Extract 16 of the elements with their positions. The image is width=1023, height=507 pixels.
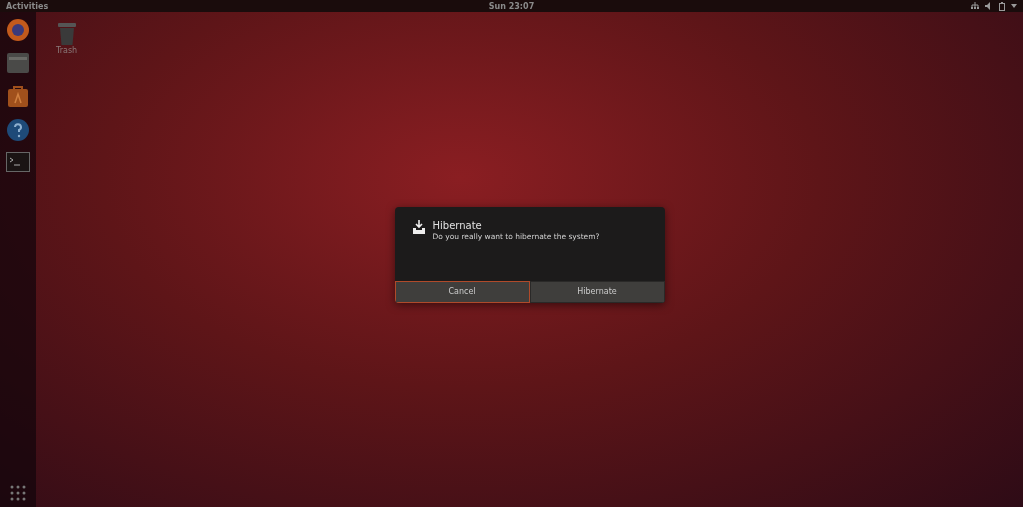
app-grid-icon[interactable] <box>10 485 26 501</box>
help-icon[interactable] <box>6 118 30 142</box>
folder-icon[interactable] <box>6 52 30 74</box>
dialog-button[interactable]: Cancel <box>394 280 530 303</box>
icon-label: Trash <box>56 46 78 55</box>
caret-icon[interactable] <box>1011 4 1017 8</box>
volume-icon[interactable] <box>985 2 993 10</box>
terminal-icon[interactable] <box>6 152 30 172</box>
dialog-title: Hibernate <box>432 219 483 231</box>
clock[interactable]: Sun 23:07 <box>488 1 535 11</box>
dialog-button[interactable]: Hibernate <box>529 280 665 303</box>
download-icon <box>412 219 425 234</box>
shopping-bag-icon[interactable] <box>7 84 29 108</box>
activities-button[interactable]: Activities <box>6 1 49 11</box>
network-icon[interactable] <box>971 2 979 10</box>
battery-icon[interactable] <box>999 1 1005 11</box>
